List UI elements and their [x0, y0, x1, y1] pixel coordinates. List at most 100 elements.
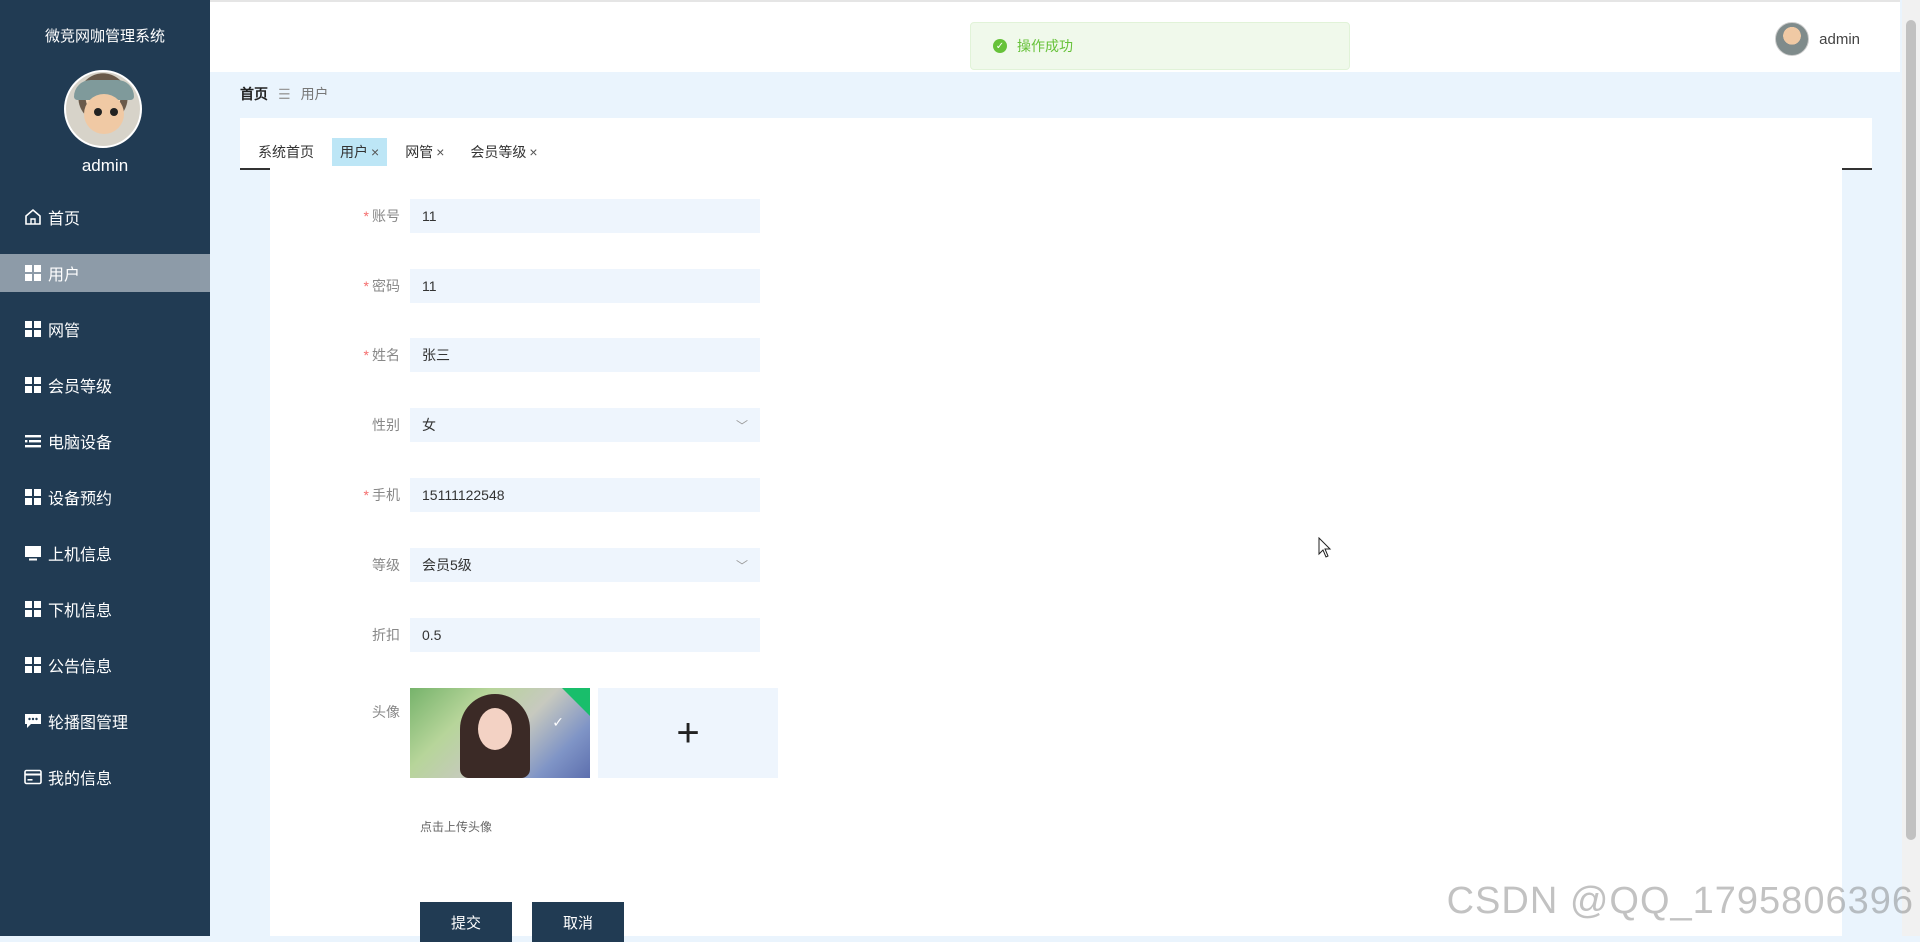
page-scrollbar[interactable]: [1902, 0, 1920, 936]
form-row-level: 等级 会员5级 ﹀: [270, 548, 760, 582]
chevron-down-icon: ﹀: [735, 418, 748, 433]
gender-value: 女: [422, 417, 436, 433]
sidebar-menu: 首页 用户 网管 会员等级 电脑设备 设备预约 上机信息 下机信息 公告信息 轮…: [0, 198, 210, 814]
discount-label: 折扣: [372, 627, 400, 643]
tab-users[interactable]: 用户 ×: [332, 138, 388, 166]
form-row-phone: * 手机: [270, 478, 760, 512]
sidebar-item-my-info[interactable]: 我的信息: [0, 758, 210, 796]
tab-label: 网管: [405, 144, 434, 160]
close-icon[interactable]: ×: [529, 144, 537, 160]
sidebar-item-reservations[interactable]: 设备预约: [0, 478, 210, 516]
password-label: * 密码: [363, 278, 400, 294]
sidebar-item-label: 电脑设备: [48, 435, 113, 452]
tab-label: 系统首页: [258, 144, 314, 160]
tabs-bar: 系统首页 用户 × 网管 × 会员等级 ×: [240, 118, 1872, 170]
phone-input[interactable]: [410, 478, 760, 512]
grid-icon: [24, 264, 42, 282]
check-circle-icon: ✓: [993, 39, 1007, 53]
account-label: * 账号: [363, 208, 400, 224]
top-username: admin: [1819, 30, 1860, 48]
uploaded-badge: [562, 688, 590, 716]
monitor-icon: [24, 544, 42, 562]
tab-label: 用户: [340, 144, 368, 160]
sidebar-item-notices[interactable]: 公告信息: [0, 646, 210, 684]
discount-input[interactable]: [410, 618, 760, 652]
user-menu[interactable]: admin: [1775, 22, 1860, 56]
tab-admins[interactable]: 网管 ×: [397, 138, 452, 166]
breadcrumb-separator-icon: ☰: [278, 85, 291, 102]
sidebar-item-member-levels[interactable]: 会员等级: [0, 366, 210, 404]
password-input[interactable]: [410, 269, 760, 303]
name-input[interactable]: [410, 338, 760, 372]
upload-button[interactable]: +: [598, 688, 778, 778]
plus-icon: +: [676, 710, 700, 755]
top-bar: ✓ 操作成功 admin: [210, 0, 1900, 72]
card-icon: [24, 768, 42, 786]
form-row-name: * 姓名: [270, 338, 760, 372]
form-row-avatar: 头像 ✓ +: [270, 688, 778, 778]
tab-member-levels[interactable]: 会员等级 ×: [462, 138, 545, 166]
gender-label: 性别: [372, 417, 400, 433]
sidebar-avatar: [64, 70, 142, 148]
form-row-password: * 密码: [270, 269, 760, 303]
level-select[interactable]: 会员5级 ﹀: [410, 548, 760, 582]
upload-hint: 点击上传头像: [420, 820, 493, 834]
gender-select[interactable]: 女 ﹀: [410, 408, 760, 442]
sidebar-item-home[interactable]: 首页: [0, 198, 210, 236]
sidebar-item-logout-info[interactable]: 下机信息: [0, 590, 210, 628]
sidebar-item-label: 设备预约: [48, 491, 113, 508]
breadcrumb-home[interactable]: 首页: [240, 84, 268, 104]
toast-message: 操作成功: [1017, 38, 1073, 54]
sidebar-item-label: 首页: [48, 211, 81, 228]
sidebar-item-login-info[interactable]: 上机信息: [0, 534, 210, 572]
sidebar-item-label: 网管: [48, 323, 81, 340]
sidebar-item-label: 会员等级: [48, 379, 113, 396]
sidebar-item-admins[interactable]: 网管: [0, 310, 210, 348]
chat-icon: [24, 712, 42, 730]
scrollbar-thumb[interactable]: [1906, 20, 1916, 840]
success-toast: ✓ 操作成功: [970, 22, 1350, 70]
level-label: 等级: [372, 557, 400, 573]
form-row-gender: 性别 女 ﹀: [270, 408, 760, 442]
app-title: 微竞网咖管理系统: [44, 28, 165, 45]
mouse-cursor-icon: [1318, 537, 1332, 558]
sidebar-item-label: 公告信息: [48, 659, 113, 676]
user-form: *账号 *密码 *姓名 性别 女 ﹀ *手机 等级 会员5级 ﹀ 折扣 头像: [270, 168, 1842, 942]
close-icon[interactable]: ×: [436, 144, 444, 160]
breadcrumb-current: 用户: [300, 86, 329, 102]
sidebar-item-carousel[interactable]: 轮播图管理: [0, 702, 210, 740]
sidebar-item-label: 轮播图管理: [48, 715, 129, 732]
tab-label: 会员等级: [470, 144, 527, 160]
grid-icon: [24, 656, 42, 674]
avatar: [1775, 22, 1810, 56]
sidebar: 微竞网咖管理系统 admin 首页 用户 网管 会员等级 电脑设备 设备预约 上…: [0, 0, 210, 936]
tab-system-home[interactable]: 系统首页: [250, 138, 322, 166]
sidebar-item-users[interactable]: 用户: [0, 254, 210, 292]
sidebar-item-label: 用户: [48, 267, 81, 284]
name-label: * 姓名: [363, 347, 400, 363]
form-row-discount: 折扣: [270, 618, 760, 652]
sidebar-item-computers[interactable]: 电脑设备: [0, 422, 210, 460]
cancel-button[interactable]: 取消: [532, 902, 624, 942]
chevron-down-icon: ﹀: [735, 558, 748, 573]
account-input[interactable]: [410, 199, 760, 233]
check-icon: ✓: [552, 714, 564, 730]
form-row-account: * 账号: [270, 199, 760, 233]
watermark: CSDN @QQ_1795806396: [1446, 880, 1914, 922]
breadcrumb: 首页 ☰ 用户: [240, 84, 329, 104]
sidebar-username: admin: [81, 156, 129, 175]
phone-label: * 手机: [363, 487, 400, 503]
sidebar-item-label: 下机信息: [48, 603, 113, 620]
list-icon: [24, 432, 42, 450]
grid-icon: [24, 376, 42, 394]
sidebar-item-label: 上机信息: [48, 547, 113, 564]
grid-icon: [24, 488, 42, 506]
submit-button[interactable]: 提交: [420, 902, 512, 942]
avatar-preview-image[interactable]: ✓: [410, 688, 590, 778]
close-icon[interactable]: ×: [371, 144, 379, 160]
avatar-label: 头像: [372, 704, 400, 720]
home-icon: [24, 208, 42, 226]
sidebar-item-label: 我的信息: [48, 771, 113, 788]
grid-icon: [24, 600, 42, 618]
grid-icon: [24, 320, 42, 338]
